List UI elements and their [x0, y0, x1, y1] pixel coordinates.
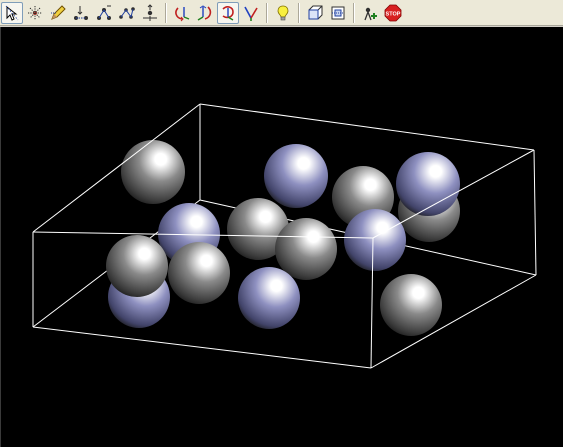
- toolbar-separator: [353, 2, 355, 23]
- rotate-x-icon: [173, 4, 191, 22]
- edit-pencil-button[interactable]: [47, 2, 69, 24]
- svg-text:STOP: STOP: [386, 11, 401, 17]
- cell-edge: [533, 149, 537, 276]
- lightbulb-button[interactable]: [272, 2, 294, 24]
- cell-edge: [32, 326, 372, 369]
- atom-lavender[interactable]: [344, 209, 406, 271]
- rotate-z-button[interactable]: [217, 1, 239, 24]
- select-atoms-button[interactable]: [24, 2, 46, 24]
- measure-angle-icon: [95, 4, 113, 22]
- cell-box-icon: [306, 4, 324, 22]
- atom-grey[interactable]: [121, 140, 185, 204]
- rotate-free-icon: [242, 4, 260, 22]
- atom-grey[interactable]: [275, 218, 337, 280]
- measure-dihedral-icon: [118, 4, 136, 22]
- measure-dihedral-button[interactable]: [116, 2, 138, 24]
- atom-lavender[interactable]: [396, 152, 460, 216]
- measure-distance-button[interactable]: [70, 2, 92, 24]
- cell-edge: [199, 103, 535, 151]
- toolbar: STOP: [0, 0, 563, 26]
- cell-box-button[interactable]: [304, 2, 326, 24]
- toolbar-separator: [165, 2, 167, 23]
- edit-pencil-icon: [49, 4, 67, 22]
- structure-viewer-window: STOP: [0, 0, 563, 447]
- atom-lavender[interactable]: [264, 144, 328, 208]
- translate-center-button[interactable]: [139, 2, 161, 24]
- atom-grey[interactable]: [380, 274, 442, 336]
- measure-distance-icon: [72, 4, 90, 22]
- atom-grey[interactable]: [106, 235, 168, 297]
- select-arrow-icon: [3, 4, 21, 22]
- select-atoms-icon: [26, 4, 44, 22]
- 3d-viewport[interactable]: [0, 27, 563, 447]
- cell-face-button[interactable]: [327, 2, 349, 24]
- rotate-y-button[interactable]: [194, 2, 216, 24]
- add-atom-button[interactable]: [359, 2, 381, 24]
- add-atom-icon: [361, 4, 379, 22]
- stop-button[interactable]: STOP: [382, 2, 404, 24]
- rotate-x-button[interactable]: [171, 2, 193, 24]
- crystal-structure-scene[interactable]: [1, 27, 563, 447]
- cell-face-icon: [329, 4, 347, 22]
- rotate-free-button[interactable]: [240, 2, 262, 24]
- stop-icon: STOP: [384, 4, 402, 22]
- measure-angle-button[interactable]: [93, 2, 115, 24]
- lightbulb-icon: [274, 4, 292, 22]
- rotate-y-icon: [196, 4, 214, 22]
- translate-center-icon: [141, 3, 159, 22]
- atom-grey[interactable]: [168, 242, 230, 304]
- toolbar-separator: [266, 2, 268, 23]
- toolbar-separator: [298, 2, 300, 23]
- atom-lavender[interactable]: [238, 267, 300, 329]
- select-arrow-button[interactable]: [1, 1, 23, 24]
- rotate-z-icon: [219, 4, 237, 22]
